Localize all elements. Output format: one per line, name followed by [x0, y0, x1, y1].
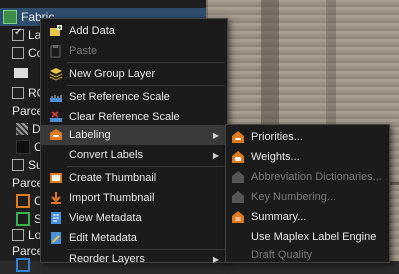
green-swatch[interactable]	[16, 212, 30, 226]
menu-separator	[67, 166, 225, 167]
layer-context-menu: Add Data Paste New Group Layer Set Refer…	[40, 18, 228, 265]
visibility-checkbox[interactable]	[12, 159, 24, 171]
submenu-item-label: Use Maplex Label Engine	[251, 231, 377, 243]
set-scale-icon	[50, 95, 62, 102]
menu-item-new-group-layer[interactable]: New Group Layer	[41, 64, 227, 84]
menu-item-set-reference-scale[interactable]: Set Reference Scale	[41, 87, 227, 107]
edit-metadata-icon	[51, 232, 61, 244]
priorities-icon	[232, 131, 244, 143]
submenu-item-key-numbering[interactable]: Key Numbering...	[226, 187, 389, 207]
menu-item-label: View Metadata	[69, 212, 142, 224]
abbreviation-icon	[232, 171, 244, 183]
menu-item-label: Paste	[69, 45, 98, 57]
weights-icon	[232, 151, 244, 163]
submenu-item-draft-quality[interactable]: Draft Quality	[226, 245, 389, 265]
submenu-arrow-icon: ▶	[212, 254, 219, 264]
paste-icon	[50, 45, 61, 58]
orange-swatch[interactable]	[16, 194, 30, 208]
menu-item-labeling[interactable]: Labeling ▶	[41, 125, 227, 145]
submenu-item-label: Key Numbering...	[251, 191, 336, 203]
menu-item-reorder-layers[interactable]: Reorder Layers ▶	[41, 249, 227, 269]
add-data-icon	[50, 25, 62, 36]
menu-item-label: Clear Reference Scale	[69, 111, 180, 123]
menu-item-label: Labeling	[69, 129, 111, 141]
menu-item-add-data[interactable]: Add Data	[41, 21, 227, 41]
visibility-checkbox[interactable]	[12, 47, 24, 59]
submenu-item-priorities[interactable]: Priorities...	[226, 127, 389, 147]
menu-item-label: New Group Layer	[69, 68, 156, 80]
menu-item-label: Convert Labels	[69, 149, 143, 161]
symbol-swatch[interactable]	[14, 68, 28, 78]
labeling-submenu: Priorities... Weights... Abbreviation Di…	[225, 124, 390, 263]
import-thumbnail-icon	[51, 192, 61, 204]
menu-item-label: Add Data	[69, 25, 115, 37]
menu-item-label: Set Reference Scale	[69, 91, 170, 103]
menu-item-view-metadata[interactable]: View Metadata	[41, 208, 227, 228]
create-thumbnail-icon	[50, 173, 62, 183]
dark-swatch[interactable]	[16, 140, 30, 154]
submenu-item-abbreviation-dictionaries[interactable]: Abbreviation Dictionaries...	[226, 167, 389, 187]
labeling-icon	[50, 129, 62, 140]
menu-item-label: Reorder Layers	[69, 253, 145, 265]
group-layer-icon	[49, 68, 63, 81]
menu-item-label: Import Thumbnail	[69, 192, 155, 204]
menu-item-label: Create Thumbnail	[69, 172, 157, 184]
menu-separator	[67, 85, 225, 86]
clear-scale-icon	[50, 111, 62, 122]
visibility-checkbox[interactable]	[12, 87, 24, 99]
submenu-item-summary[interactable]: Summary...	[226, 207, 389, 227]
menu-separator	[67, 62, 225, 63]
blue-swatch[interactable]	[16, 258, 30, 272]
submenu-item-label: Priorities...	[251, 131, 303, 143]
submenu-item-label: Weights...	[251, 151, 300, 163]
submenu-item-weights[interactable]: Weights...	[226, 147, 389, 167]
hatch-swatch[interactable]	[16, 123, 28, 135]
submenu-item-label: Summary...	[251, 211, 307, 223]
layer-icon	[3, 10, 17, 24]
menu-item-label: Edit Metadata	[69, 232, 137, 244]
key-numbering-icon	[232, 191, 244, 203]
submenu-arrow-icon: ▶	[212, 130, 219, 140]
menu-item-create-thumbnail[interactable]: Create Thumbnail	[41, 168, 227, 188]
view-metadata-icon	[51, 212, 61, 224]
menu-item-edit-metadata[interactable]: Edit Metadata	[41, 228, 227, 248]
menu-item-import-thumbnail[interactable]: Import Thumbnail	[41, 188, 227, 208]
summary-icon	[232, 211, 244, 223]
visibility-checkbox[interactable]	[12, 27, 24, 41]
menu-item-clear-reference-scale[interactable]: Clear Reference Scale	[41, 107, 227, 127]
visibility-checkbox[interactable]	[12, 229, 24, 241]
submenu-item-label: Draft Quality	[251, 249, 313, 261]
submenu-item-label: Abbreviation Dictionaries...	[251, 171, 382, 183]
submenu-arrow-icon: ▶	[212, 150, 219, 160]
submenu-item-use-maplex[interactable]: Use Maplex Label Engine	[226, 227, 389, 247]
menu-item-convert-labels[interactable]: Convert Labels ▶	[41, 145, 227, 165]
menu-item-paste[interactable]: Paste	[41, 41, 227, 61]
